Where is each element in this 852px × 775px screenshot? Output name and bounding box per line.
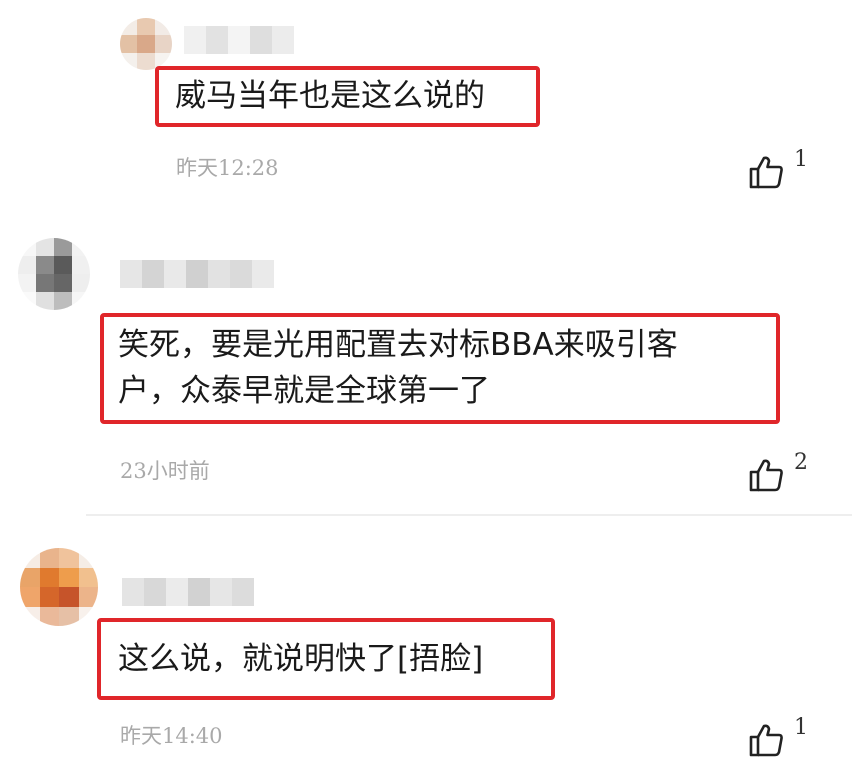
like-button[interactable]: 2 <box>748 450 808 492</box>
comment-text: 威马当年也是这么说的 <box>175 78 485 114</box>
comment-timestamp: 昨天14:40 <box>120 724 223 748</box>
comment-text: 笑死，要是光用配置去对标BBA来吸引客 户，众泰早就是全球第一了 <box>118 327 678 409</box>
username-blurred[interactable] <box>184 26 294 54</box>
like-count: 1 <box>794 715 808 740</box>
comment-timestamp: 昨天12:28 <box>176 156 279 180</box>
thumbs-up-icon <box>749 156 783 189</box>
thumbs-up-icon <box>749 459 783 492</box>
username-blurred[interactable] <box>122 578 254 606</box>
like-button[interactable]: 1 <box>748 715 808 757</box>
thumbs-up-icon <box>749 724 783 757</box>
avatar[interactable] <box>20 548 98 626</box>
like-count: 2 <box>794 450 808 475</box>
comment-divider <box>86 514 852 516</box>
comment-timestamp: 23小时前 <box>120 459 210 483</box>
comment-text: 这么说，就说明快了[捂脸] <box>118 641 484 677</box>
avatar[interactable] <box>120 18 172 70</box>
username-blurred[interactable] <box>120 260 274 288</box>
comment-item: 威马当年也是这么说的 昨天12:28 1 <box>0 0 852 210</box>
like-count: 1 <box>794 147 808 172</box>
avatar[interactable] <box>18 238 90 310</box>
like-button[interactable]: 1 <box>748 147 808 189</box>
